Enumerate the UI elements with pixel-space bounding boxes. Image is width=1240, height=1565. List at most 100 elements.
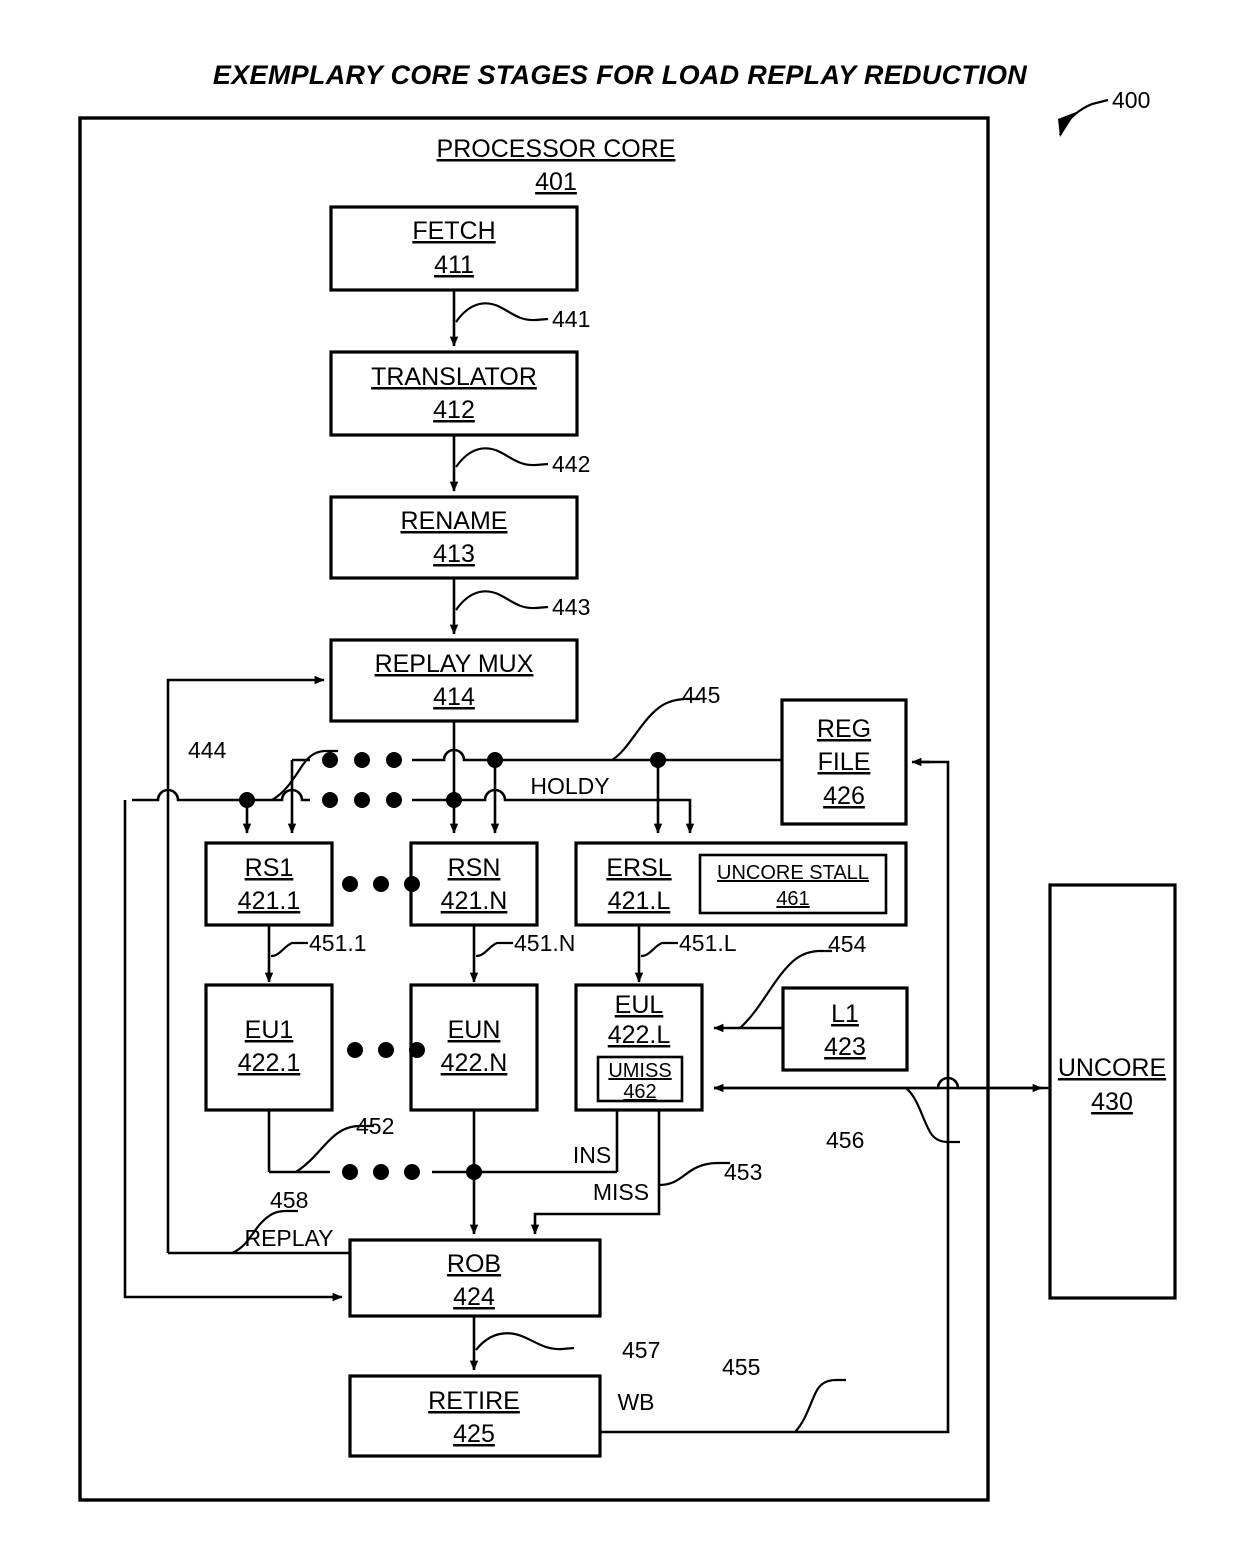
- eu1-ref: 422.1: [238, 1049, 301, 1077]
- rename-label: RENAME: [401, 507, 508, 535]
- patent-figure: EXEMPLARY CORE STAGES FOR LOAD REPLAY RE…: [0, 0, 1240, 1565]
- umiss-label: UMISS: [608, 1060, 671, 1082]
- signal-holdy: HOLDY: [530, 773, 609, 799]
- eun-label: EUN: [448, 1016, 501, 1044]
- signal-miss: MISS: [593, 1179, 649, 1205]
- uncore-label: UNCORE: [1058, 1054, 1166, 1082]
- block-ersl[interactable]: ERSL 421.L UNCORE STALL 461: [574, 841, 908, 927]
- rs1-ref: 421.1: [238, 887, 301, 915]
- connector-451-1: 451.1: [270, 930, 367, 958]
- uncore-stall-label: UNCORE STALL: [717, 862, 869, 884]
- edge-replay-to-replaymux: [166, 675, 325, 1253]
- ellipsis-dot: [386, 752, 402, 768]
- ellipsis-dot: [386, 792, 402, 808]
- connector-442: 442: [455, 447, 590, 477]
- connector-443-label: 443: [552, 594, 590, 620]
- figure-ref-label: 400: [1112, 87, 1150, 113]
- connector-457: 457: [475, 1332, 660, 1363]
- diagram-canvas: 400 PROCESSOR CORE 401 FETCH 411 441 TRA…: [78, 87, 1177, 1502]
- connector-441-label: 441: [552, 306, 590, 332]
- translator-ref: 412: [433, 396, 475, 424]
- bus-reg-read: [412, 748, 782, 762]
- block-rob[interactable]: ROB 424: [348, 1238, 602, 1318]
- figure-ref-callout: 400: [1058, 87, 1150, 137]
- connector-455: 455: [722, 1354, 846, 1433]
- block-retire[interactable]: RETIRE 425: [348, 1374, 602, 1458]
- ellipsis-dot: [373, 1164, 389, 1180]
- edge-eul-to-uncore: [714, 1076, 1043, 1093]
- edge-left-bus-to-rob: [123, 800, 343, 1302]
- connector-445: 445: [611, 682, 720, 761]
- block-l1[interactable]: L1 423: [781, 986, 909, 1072]
- l1-label: L1: [831, 1000, 859, 1028]
- block-eul[interactable]: EUL 422.L UMISS 462: [574, 983, 704, 1112]
- connector-452: 452: [295, 1113, 394, 1173]
- ersl-ref: 421.L: [608, 887, 671, 915]
- connector-443: 443: [455, 590, 590, 620]
- block-replay-mux[interactable]: REPLAY MUX 414: [329, 638, 579, 723]
- connector-456-label: 456: [826, 1127, 864, 1153]
- ellipsis-dot: [342, 876, 358, 892]
- connector-441: 441: [455, 302, 590, 332]
- processor-core-title: PROCESSOR CORE 401: [437, 135, 676, 196]
- ellipsis-dot: [354, 752, 370, 768]
- replay-mux-label: REPLAY MUX: [375, 650, 534, 678]
- block-eu1[interactable]: EU1 422.1: [204, 983, 334, 1112]
- processor-core-ref: 401: [535, 168, 577, 196]
- fetch-ref: 411: [434, 251, 474, 279]
- rename-ref: 413: [433, 540, 475, 568]
- block-uncore-stall[interactable]: UNCORE STALL 461: [698, 853, 888, 915]
- rob-label: ROB: [447, 1250, 501, 1278]
- connector-451-n: 451.N: [475, 930, 575, 958]
- eul-ref: 422.L: [608, 1021, 671, 1049]
- block-rs1[interactable]: RS1 421.1: [204, 841, 334, 927]
- connector-451-l: 451.L: [640, 930, 737, 958]
- signal-wb: WB: [617, 1389, 654, 1415]
- connector-453-label: 453: [724, 1159, 762, 1185]
- connector-452-label: 452: [356, 1113, 394, 1139]
- ellipsis-dot: [404, 1164, 420, 1180]
- ellipsis-dot: [342, 1164, 358, 1180]
- ellipsis-dot: [373, 876, 389, 892]
- rob-ref: 424: [453, 1283, 495, 1311]
- translator-label: TRANSLATOR: [371, 363, 537, 391]
- bus-replay-left: [132, 788, 240, 802]
- reg-file-ref: 426: [823, 782, 865, 810]
- bus-junction: [446, 792, 462, 808]
- connector-442-label: 442: [552, 451, 590, 477]
- connector-445-label: 445: [682, 682, 720, 708]
- retire-label: RETIRE: [428, 1387, 520, 1415]
- ellipsis-dot: [354, 792, 370, 808]
- block-fetch[interactable]: FETCH 411: [329, 205, 579, 292]
- connector-451-n-label: 451.N: [514, 930, 575, 956]
- block-rename[interactable]: RENAME 413: [329, 495, 579, 580]
- signal-replay: REPLAY: [244, 1225, 333, 1251]
- eu1-label: EU1: [245, 1016, 294, 1044]
- block-umiss[interactable]: UMISS 462: [596, 1055, 684, 1103]
- eun-ref: 422.N: [441, 1049, 508, 1077]
- block-uncore[interactable]: UNCORE 430: [1048, 883, 1177, 1300]
- ellipsis-dot: [322, 792, 338, 808]
- ellipsis-dot: [378, 1042, 394, 1058]
- rsn-ref: 421.N: [441, 887, 508, 915]
- retire-ref: 425: [453, 1420, 495, 1448]
- connector-458-label: 458: [270, 1187, 308, 1213]
- block-reg-file[interactable]: REG FILE 426: [780, 698, 908, 826]
- connector-451-1-label: 451.1: [309, 930, 367, 956]
- umiss-ref: 462: [623, 1081, 656, 1103]
- processor-core-label: PROCESSOR CORE: [437, 135, 676, 163]
- block-translator[interactable]: TRANSLATOR 412: [329, 350, 579, 437]
- rsn-label: RSN: [448, 854, 501, 882]
- replay-mux-ref: 414: [433, 683, 475, 711]
- connector-455-label: 455: [722, 1354, 760, 1380]
- signal-ins: INS: [573, 1142, 611, 1168]
- block-rsn[interactable]: RSN 421.N: [409, 841, 539, 927]
- uncore-ref: 430: [1091, 1088, 1133, 1116]
- l1-ref: 423: [824, 1033, 866, 1061]
- ersl-label: ERSL: [606, 854, 671, 882]
- block-eun[interactable]: EUN 422.N: [409, 983, 539, 1112]
- connector-457-label: 457: [622, 1337, 660, 1363]
- reg-file-label-line1: REG: [817, 715, 871, 743]
- connector-453: 453: [658, 1159, 762, 1187]
- rs1-label: RS1: [245, 854, 294, 882]
